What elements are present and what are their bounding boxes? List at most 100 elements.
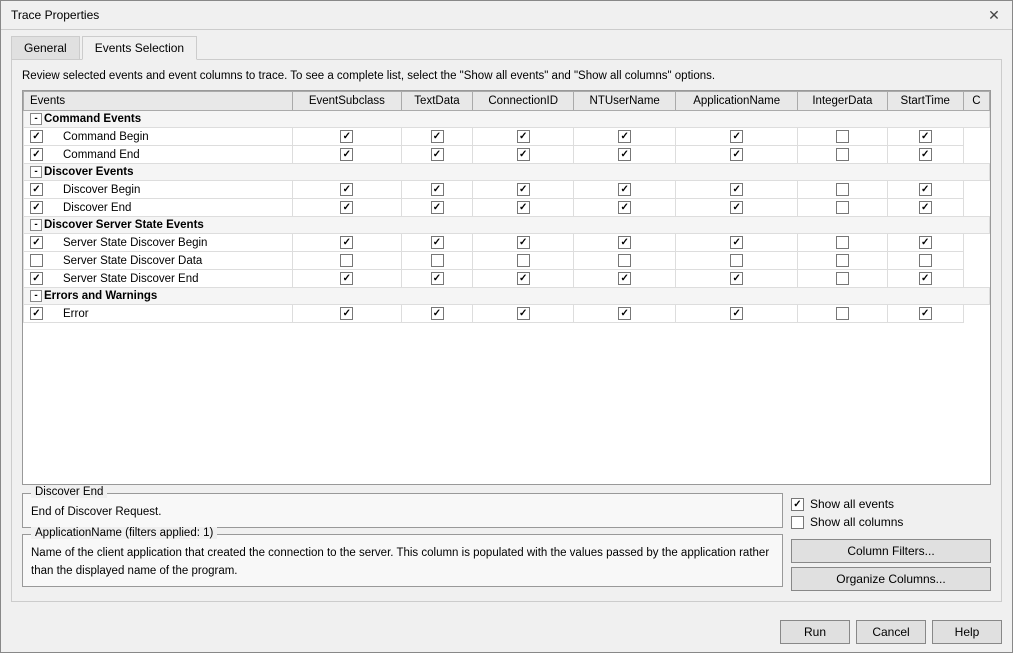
column-checkbox[interactable]	[517, 254, 530, 267]
row-checkbox[interactable]	[30, 183, 43, 196]
check-cell	[473, 181, 574, 199]
column-checkbox[interactable]	[618, 307, 631, 320]
show-all-events-checkbox[interactable]	[791, 498, 804, 511]
group-toggle[interactable]: -	[30, 219, 42, 231]
column-checkbox[interactable]	[618, 272, 631, 285]
column-checkbox[interactable]	[618, 130, 631, 143]
column-checkbox[interactable]	[836, 130, 849, 143]
column-checkbox[interactable]	[836, 307, 849, 320]
help-button[interactable]: Help	[932, 620, 1002, 644]
run-button[interactable]: Run	[780, 620, 850, 644]
column-checkbox[interactable]	[431, 148, 444, 161]
column-checkbox[interactable]	[431, 236, 444, 249]
column-checkbox[interactable]	[836, 236, 849, 249]
column-checkbox[interactable]	[730, 130, 743, 143]
column-checkbox[interactable]	[431, 183, 444, 196]
column-checkbox[interactable]	[431, 130, 444, 143]
group-row: -Discover Server State Events	[24, 217, 990, 234]
column-checkbox[interactable]	[431, 201, 444, 214]
check-cell	[401, 234, 472, 252]
show-all-columns-checkbox[interactable]	[791, 516, 804, 529]
tab-general[interactable]: General	[11, 36, 80, 59]
show-all-events-row[interactable]: Show all events	[791, 497, 991, 511]
column-checkbox[interactable]	[517, 183, 530, 196]
row-checkbox[interactable]	[30, 148, 43, 161]
check-cell	[401, 199, 472, 217]
column-checkbox[interactable]	[919, 201, 932, 214]
column-checkbox[interactable]	[340, 254, 353, 267]
group-header-cell: -Discover Server State Events	[24, 217, 990, 234]
check-cell	[473, 199, 574, 217]
column-checkbox[interactable]	[919, 183, 932, 196]
column-checkbox[interactable]	[836, 148, 849, 161]
column-checkbox[interactable]	[517, 201, 530, 214]
check-cell	[798, 234, 887, 252]
info-box: Discover End End of Discover Request. Ap…	[22, 493, 783, 591]
check-cell	[676, 234, 798, 252]
column-checkbox[interactable]	[517, 236, 530, 249]
column-checkbox[interactable]	[919, 307, 932, 320]
group-toggle[interactable]: -	[30, 113, 42, 125]
column-checkbox[interactable]	[340, 272, 353, 285]
column-checkbox[interactable]	[919, 130, 932, 143]
column-checkbox[interactable]	[730, 307, 743, 320]
show-all-columns-row[interactable]: Show all columns	[791, 515, 991, 529]
check-cell	[676, 199, 798, 217]
column-checkbox[interactable]	[836, 254, 849, 267]
column-filters-button[interactable]: Column Filters...	[791, 539, 991, 563]
column-checkbox[interactable]	[340, 307, 353, 320]
column-checkbox[interactable]	[517, 130, 530, 143]
column-checkbox[interactable]	[618, 183, 631, 196]
column-checkbox[interactable]	[730, 148, 743, 161]
close-button[interactable]: ✕	[986, 7, 1002, 23]
column-checkbox[interactable]	[836, 183, 849, 196]
organize-columns-button[interactable]: Organize Columns...	[791, 567, 991, 591]
column-checkbox[interactable]	[340, 236, 353, 249]
group-toggle[interactable]: -	[30, 166, 42, 178]
row-checkbox[interactable]	[30, 254, 43, 267]
column-checkbox[interactable]	[919, 254, 932, 267]
row-checkbox[interactable]	[30, 236, 43, 249]
column-checkbox[interactable]	[618, 201, 631, 214]
column-checkbox[interactable]	[340, 148, 353, 161]
column-checkbox[interactable]	[431, 254, 444, 267]
column-checkbox[interactable]	[618, 236, 631, 249]
column-checkbox[interactable]	[919, 272, 932, 285]
app-name-panel: ApplicationName (filters applied: 1) Nam…	[22, 534, 783, 587]
column-checkbox[interactable]	[431, 272, 444, 285]
column-checkbox[interactable]	[730, 183, 743, 196]
group-toggle[interactable]: -	[30, 290, 42, 302]
tab-events-selection[interactable]: Events Selection	[82, 36, 197, 60]
column-checkbox[interactable]	[618, 254, 631, 267]
column-checkbox[interactable]	[919, 236, 932, 249]
column-checkbox[interactable]	[919, 148, 932, 161]
discover-end-panel-title: Discover End	[31, 486, 107, 498]
row-checkbox[interactable]	[30, 201, 43, 214]
footer: Run Cancel Help	[1, 612, 1012, 652]
check-cell	[292, 199, 401, 217]
event-name-label: Command End	[63, 149, 140, 161]
column-checkbox[interactable]	[340, 201, 353, 214]
col-header-eventsubclass: EventSubclass	[292, 92, 401, 111]
column-checkbox[interactable]	[730, 236, 743, 249]
event-name-cell: Discover End	[24, 199, 293, 217]
row-checkbox[interactable]	[30, 272, 43, 285]
column-checkbox[interactable]	[340, 130, 353, 143]
app-name-panel-title: ApplicationName (filters applied: 1)	[31, 527, 217, 539]
column-checkbox[interactable]	[517, 272, 530, 285]
cancel-button[interactable]: Cancel	[856, 620, 926, 644]
column-checkbox[interactable]	[431, 307, 444, 320]
column-checkbox[interactable]	[836, 201, 849, 214]
column-checkbox[interactable]	[340, 183, 353, 196]
column-checkbox[interactable]	[730, 254, 743, 267]
row-checkbox[interactable]	[30, 130, 43, 143]
column-checkbox[interactable]	[618, 148, 631, 161]
row-checkbox[interactable]	[30, 307, 43, 320]
check-cell	[473, 146, 574, 164]
column-checkbox[interactable]	[730, 272, 743, 285]
events-table-container[interactable]: Events EventSubclass TextData Connection…	[22, 90, 991, 485]
column-checkbox[interactable]	[836, 272, 849, 285]
column-checkbox[interactable]	[517, 307, 530, 320]
column-checkbox[interactable]	[730, 201, 743, 214]
column-checkbox[interactable]	[517, 148, 530, 161]
